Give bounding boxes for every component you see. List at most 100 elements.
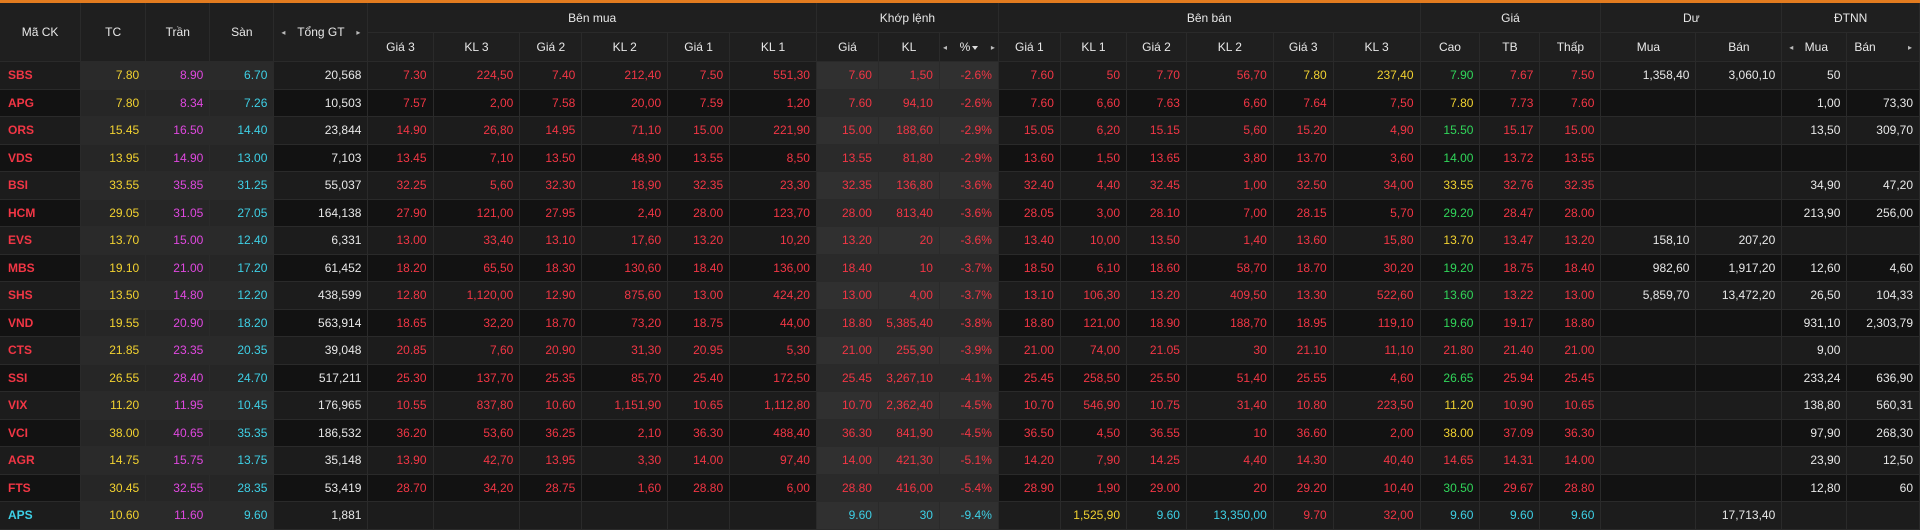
symbol-cell[interactable]: BSI — [0, 171, 82, 200]
match-vol-cell: 813,40 — [878, 199, 940, 227]
symbol-cell[interactable]: APS — [0, 501, 82, 530]
header-low[interactable]: Thấp — [1539, 32, 1602, 62]
header-match-vol[interactable]: KL — [878, 32, 940, 62]
header-foreign-sell[interactable]: Bán ▸ — [1846, 32, 1920, 62]
header-symbol[interactable]: Mã CK — [0, 3, 82, 62]
sell-price1-cell — [998, 501, 1061, 530]
avg-cell: 21.40 — [1479, 336, 1541, 365]
match-vol-cell: 841,90 — [878, 419, 940, 447]
symbol-cell[interactable]: SHS — [0, 281, 82, 310]
header-sell-price3[interactable]: Giá 3 — [1273, 32, 1334, 62]
header-match-pct[interactable]: ◂% ▸ — [939, 32, 999, 62]
table-row[interactable]: AGR 14.75 15.75 13.75 35,148 13.90 42,70 13.95 3… — [0, 446, 1920, 475]
buy-vol3-cell: 137,70 — [433, 364, 521, 392]
high-cell: 7.90 — [1420, 61, 1481, 90]
header-high[interactable]: Cao — [1420, 32, 1481, 62]
left-arrow-icon[interactable]: ◂ — [943, 43, 947, 52]
remaining-sell-cell: 13,472,20 — [1695, 281, 1783, 310]
table-row[interactable]: MBS 19.10 21.00 17.20 61,452 18.20 65,50 18.30 1… — [0, 254, 1920, 282]
header-total-value[interactable]: ◂ Tổng GT ▸ — [273, 3, 369, 62]
header-foreign-buy[interactable]: ◂ Mua — [1781, 32, 1848, 62]
match-vol-cell: 1,50 — [878, 61, 940, 90]
header-san[interactable]: Sàn — [209, 3, 275, 62]
left-arrow-icon[interactable]: ◂ — [1789, 43, 1793, 52]
symbol-cell[interactable]: VDS — [0, 144, 82, 172]
symbol-cell[interactable]: HCM — [0, 199, 82, 227]
floor-cell: 10.45 — [209, 391, 275, 420]
total-value-cell: 6,331 — [273, 226, 369, 255]
symbol-cell[interactable]: FTS — [0, 474, 82, 502]
table-row[interactable]: SSI 26.55 28.40 24.70 517,211 25.30 137,70 25.3… — [0, 364, 1920, 392]
header-sell-price2[interactable]: Giá 2 — [1126, 32, 1187, 62]
table-row[interactable]: BSI 33.55 35.85 31.25 55,037 32.25 5,60 32.30 18… — [0, 171, 1920, 200]
symbol-cell[interactable]: AGR — [0, 446, 82, 475]
header-buy-vol2[interactable]: KL 2 — [581, 32, 669, 62]
symbol-cell[interactable]: MBS — [0, 254, 82, 282]
table-row[interactable]: VND 19.55 20.90 18.20 563,914 18.65 32,20 18.70… — [0, 309, 1920, 337]
header-buy-vol3[interactable]: KL 3 — [433, 32, 521, 62]
left-arrow-icon[interactable]: ◂ — [281, 28, 285, 37]
right-arrow-icon[interactable]: ▸ — [1908, 43, 1912, 52]
symbol-cell[interactable]: APG — [0, 89, 82, 117]
header-sell-vol1[interactable]: KL 1 — [1060, 32, 1128, 62]
table-row[interactable]: SHS 13.50 14.80 12.20 438,599 12.80 1,120,00 12… — [0, 281, 1920, 310]
symbol-cell[interactable]: SBS — [0, 61, 82, 90]
symbol-cell[interactable]: VIX — [0, 391, 82, 420]
price-board-table: Mã CK TC Trần Sàn ◂ Tổng GT ▸ Bên mua Khớp… — [0, 3, 1920, 530]
table-row[interactable]: VCI 38.00 40.65 35.35 186,532 36.20 53,60 36.25… — [0, 419, 1920, 447]
table-row[interactable]: VDS 13.95 14.90 13.00 7,103 13.45 7,10 13.50 48,… — [0, 144, 1920, 172]
remaining-buy-cell — [1600, 309, 1697, 337]
table-row[interactable]: EVS 13.70 15.00 12.40 6,331 13.00 33,40 13.10 17… — [0, 226, 1920, 255]
header-buy-price2[interactable]: Giá 2 — [519, 32, 583, 62]
header-sell-vol3[interactable]: KL 3 — [1333, 32, 1421, 62]
symbol-cell[interactable]: VCI — [0, 419, 82, 447]
table-row[interactable]: FTS 30.45 32.55 28.35 53,419 28.70 34,20 28.75 1… — [0, 474, 1920, 502]
table-row[interactable]: SBS 7.80 8.90 6.70 20,568 7.30 224,50 7.40 212,4… — [0, 61, 1920, 90]
buy-vol3-cell: 7,60 — [433, 336, 521, 365]
right-arrow-icon[interactable]: ▸ — [356, 28, 360, 37]
header-avg[interactable]: TB — [1479, 32, 1541, 62]
table-row[interactable]: APG 7.80 8.34 7.26 10,503 7.57 2,00 7.58 20,00 7.… — [0, 89, 1920, 117]
sell-price1-cell: 15.05 — [998, 116, 1061, 145]
sell-vol1-cell: 258,50 — [1060, 364, 1128, 392]
sell-vol1-cell: 121,00 — [1060, 309, 1128, 337]
header-buy-price3[interactable]: Giá 3 — [367, 32, 434, 62]
sell-vol3-cell: 11,10 — [1333, 336, 1421, 365]
header-tran[interactable]: Trần — [145, 3, 211, 62]
header-sell-price1[interactable]: Giá 1 — [998, 32, 1061, 62]
floor-cell: 7.26 — [209, 89, 275, 117]
symbol-cell[interactable]: EVS — [0, 226, 82, 255]
remaining-buy-cell — [1600, 116, 1697, 145]
symbol-cell[interactable]: VND — [0, 309, 82, 337]
high-cell: 19.60 — [1420, 309, 1481, 337]
right-arrow-icon[interactable]: ▸ — [991, 43, 995, 52]
remaining-sell-cell: 3,060,10 — [1695, 61, 1783, 90]
table-row[interactable]: CTS 21.85 23.35 20.35 39,048 20.85 7,60 20.90 31… — [0, 336, 1920, 365]
buy-vol2-cell: 130,60 — [581, 254, 669, 282]
symbol-cell[interactable]: CTS — [0, 336, 82, 365]
table-row[interactable]: HCM 29.05 31.05 27.05 164,138 27.90 121,00 27.9… — [0, 199, 1920, 227]
header-sell-vol2[interactable]: KL 2 — [1186, 32, 1274, 62]
header-remaining-buy[interactable]: Mua — [1600, 32, 1697, 62]
table-row[interactable]: APS 10.60 11.60 9.60 1,881 9.60 30 -9.4% 1,525,9… — [0, 501, 1920, 530]
symbol-cell[interactable]: SSI — [0, 364, 82, 392]
sell-vol3-cell: 34,00 — [1333, 171, 1421, 200]
sell-price3-cell: 10.80 — [1273, 391, 1334, 420]
header-foreign: ĐTNN — [1781, 3, 1920, 33]
buy-price1-cell: 13.20 — [667, 226, 731, 255]
table-row[interactable]: VIX 11.20 11.95 10.45 176,965 10.55 837,80 10.6… — [0, 391, 1920, 420]
floor-cell: 24.70 — [209, 364, 275, 392]
symbol-cell[interactable]: ORS — [0, 116, 82, 145]
header-remaining-sell[interactable]: Bán — [1695, 32, 1783, 62]
remaining-sell-cell — [1695, 89, 1783, 117]
header-buy-price1[interactable]: Giá 1 — [667, 32, 731, 62]
ceiling-cell: 40.65 — [145, 419, 211, 447]
header-match-price[interactable]: Giá — [816, 32, 879, 62]
match-pct-cell: -3.6% — [939, 171, 999, 200]
table-row[interactable]: ORS 15.45 16.50 14.40 23,844 14.90 26,80 14.95 7… — [0, 116, 1920, 145]
sell-vol3-cell: 3,60 — [1333, 144, 1421, 172]
sell-vol1-cell: 10,00 — [1060, 226, 1128, 255]
header-tc[interactable]: TC — [80, 3, 147, 62]
low-cell: 18.80 — [1539, 309, 1602, 337]
header-buy-vol1[interactable]: KL 1 — [729, 32, 817, 62]
